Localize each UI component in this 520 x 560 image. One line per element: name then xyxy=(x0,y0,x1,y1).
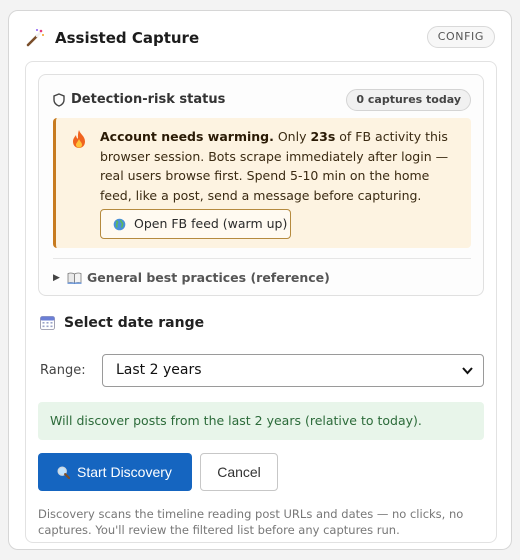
date-range-title: Select date range xyxy=(64,315,205,331)
detection-risk-title: Detection-risk status xyxy=(71,92,226,107)
range-select[interactable]: Last 2 years xyxy=(102,354,484,387)
shield-icon xyxy=(53,93,65,107)
capture-settings-card: Detection-risk status 0 captures today A… xyxy=(25,61,497,543)
range-info-message: Will discover posts from the last 2 year… xyxy=(38,402,484,440)
start-discovery-button[interactable]: Start Discovery xyxy=(38,453,192,491)
detection-risk-header: Detection-risk status 0 captures today xyxy=(53,89,471,111)
book-icon xyxy=(67,272,82,284)
expand-triangle-icon: ▶ xyxy=(53,273,60,283)
warming-message: Account needs warming. Only 23s of FB ac… xyxy=(100,127,460,205)
warming-warning: Account needs warming. Only 23s of FB ac… xyxy=(53,118,471,248)
magic-wand-icon xyxy=(26,29,44,47)
open-fb-feed-label: Open FB feed (warm up) xyxy=(134,216,288,231)
panel-title: Assisted Capture xyxy=(55,29,200,47)
activity-seconds: 23s xyxy=(310,129,336,144)
warning-text-before: Only xyxy=(273,129,311,144)
start-discovery-label: Start Discovery xyxy=(77,464,172,480)
search-icon xyxy=(57,466,70,479)
captures-today-badge: 0 captures today xyxy=(346,89,471,111)
range-label: Range: xyxy=(40,363,86,378)
range-select-value: Last 2 years xyxy=(116,362,202,378)
cancel-button[interactable]: Cancel xyxy=(200,453,278,491)
warning-heading: Account needs warming. xyxy=(100,129,274,144)
panel-header: Assisted Capture CONFIG xyxy=(25,25,495,51)
discovery-footnote: Discovery scans the timeline reading pos… xyxy=(38,507,464,537)
open-fb-feed-button[interactable]: Open FB feed (warm up) xyxy=(100,209,291,239)
calendar-icon xyxy=(40,316,55,330)
best-practices-label: General best practices (reference) xyxy=(87,270,330,285)
config-badge[interactable]: CONFIG xyxy=(426,26,495,48)
assisted-capture-panel: Assisted Capture CONFIG Detection-risk s… xyxy=(8,10,512,550)
divider xyxy=(53,258,471,259)
globe-icon xyxy=(113,218,126,231)
fire-icon xyxy=(73,130,85,148)
chevron-down-icon xyxy=(462,367,473,375)
detection-risk-section: Detection-risk status 0 captures today A… xyxy=(38,74,484,296)
